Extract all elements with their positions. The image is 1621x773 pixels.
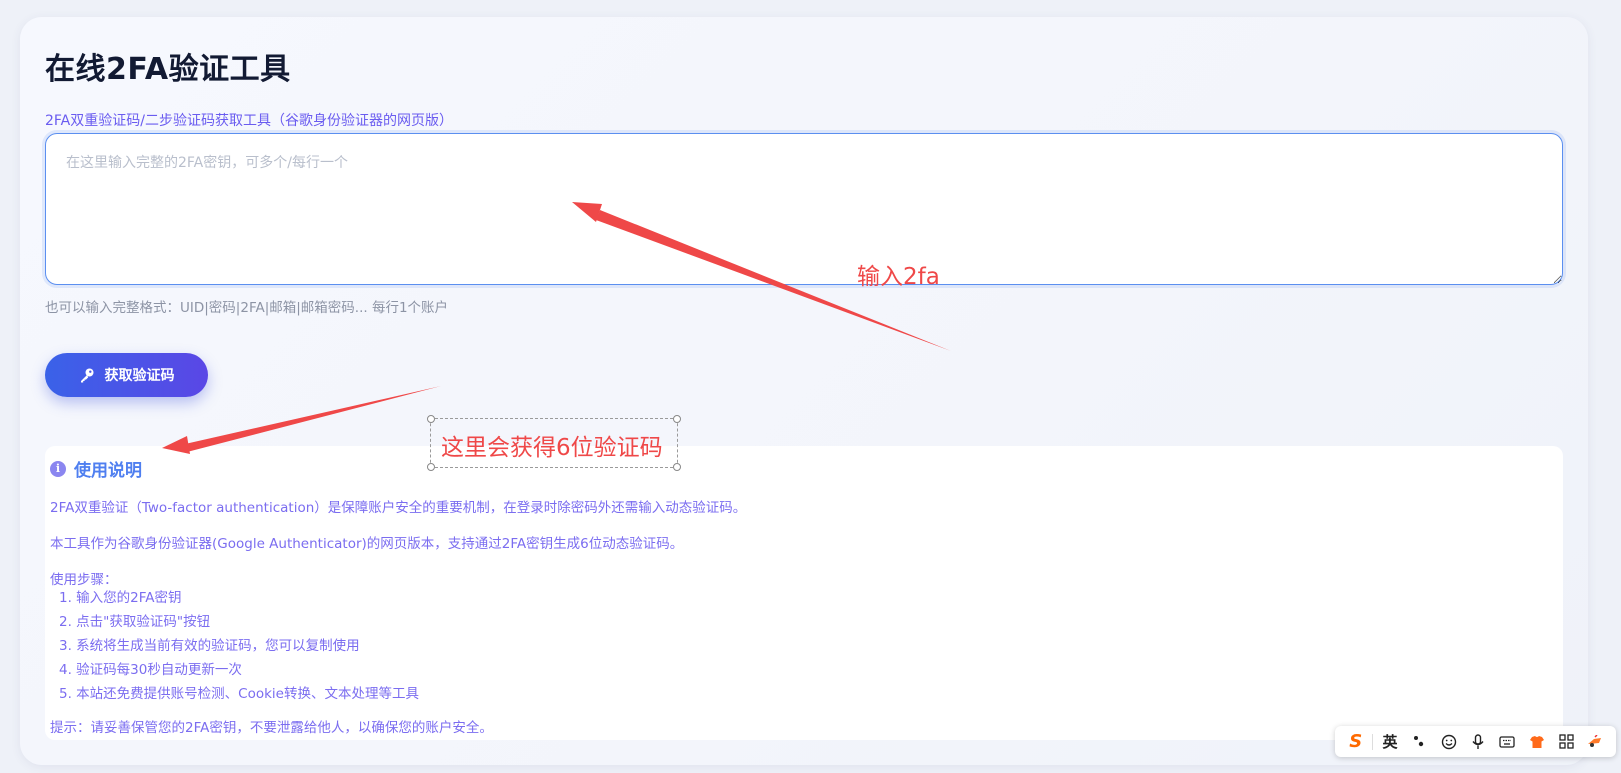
usage-tip: 提示：请妥善保管您的2FA密钥，不要泄露给他人，以确保您的账户安全。 [50, 720, 493, 736]
annotation-input-label: 输入2fa [857, 264, 940, 290]
resize-handle[interactable] [427, 463, 435, 471]
annotation-result-label: 这里会获得6位验证码 [441, 435, 663, 461]
resize-handle[interactable] [673, 415, 681, 423]
ime-divider [1372, 733, 1374, 750]
resize-handle[interactable] [673, 463, 681, 471]
secret-field-label: 2FA双重验证码/二步验证码获取工具（谷歌身份验证器的网页版） [45, 113, 453, 129]
usage-step: 3. 系统将生成当前有效的验证码，您可以复制使用 [59, 638, 360, 654]
annotation-result-box[interactable]: 这里会获得6位验证码 [427, 415, 681, 471]
format-hint: 也可以输入完整格式：UID|密码|2FA|邮箱|邮箱密码... 每行1个账户 [45, 300, 449, 316]
tools-icon[interactable] [1581, 726, 1610, 757]
usage-steps-title: 使用步骤： [50, 572, 118, 588]
info-icon: i [50, 460, 66, 477]
usage-intro-2: 本工具作为谷歌身份验证器(Google Authenticator)的网页版本，… [50, 536, 684, 552]
ime-toolbar: S 英 [1335, 726, 1616, 757]
microphone-icon[interactable] [1463, 726, 1492, 757]
secret-key-textarea[interactable] [45, 133, 1563, 285]
key-icon [80, 368, 93, 383]
usage-steps-list: 1. 输入您的2FA密钥 2. 点击"获取验证码"按钮 3. 系统将生成当前有效… [59, 586, 419, 706]
page: 在线2FA验证工具 2FA双重验证码/二步验证码获取工具（谷歌身份验证器的网页版… [0, 0, 1621, 773]
usage-title: i 使用说明 [50, 456, 142, 481]
punctuation-icon[interactable] [1405, 726, 1434, 757]
usage-step: 1. 输入您的2FA密钥 [59, 590, 182, 606]
usage-title-text: 使用说明 [74, 461, 142, 481]
usage-step: 2. 点击"获取验证码"按钮 [59, 614, 211, 630]
emoji-icon[interactable] [1434, 726, 1463, 757]
ime-logo-icon[interactable]: S [1341, 726, 1370, 757]
usage-intro-1: 2FA双重验证（Two-factor authentication）是保障账户安… [50, 500, 747, 516]
ime-lang-toggle[interactable]: 英 [1375, 726, 1404, 757]
usage-step: 5. 本站还免费提供账号检测、Cookie转换、文本处理等工具 [59, 686, 419, 702]
keyboard-icon[interactable] [1493, 726, 1522, 757]
resize-handle[interactable] [427, 415, 435, 423]
usage-panel: i 使用说明 2FA双重验证（Two-factor authentication… [45, 446, 1563, 740]
apps-grid-icon[interactable] [1551, 726, 1580, 757]
get-code-label: 获取验证码 [104, 368, 175, 384]
get-code-button[interactable]: 获取验证码 [45, 353, 208, 397]
usage-step: 4. 验证码每30秒自动更新一次 [59, 662, 242, 678]
page-title: 在线2FA验证工具 [45, 52, 291, 87]
skin-icon[interactable] [1522, 726, 1551, 757]
